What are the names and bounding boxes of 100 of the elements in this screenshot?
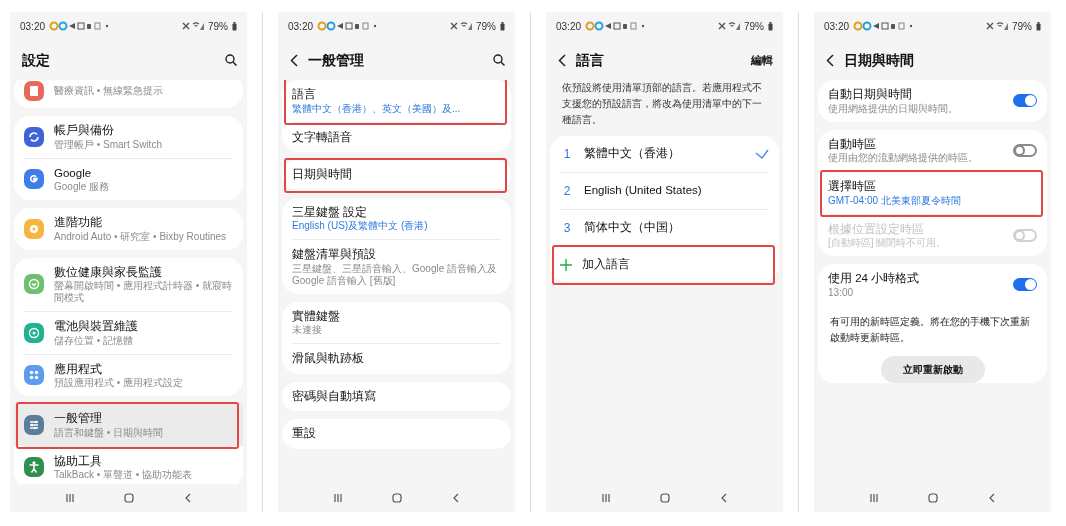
item-subtitle: GMT-04:00 北美東部夏令時間 xyxy=(828,194,962,207)
settings-item[interactable]: 滑鼠與軌跡板 xyxy=(282,344,511,374)
plus-icon xyxy=(560,258,572,271)
item-subtitle: 未連接 xyxy=(292,324,323,337)
battery-level: 79% xyxy=(1012,19,1032,34)
description-text: 依預設將使用清單頂部的語言。若應用程式不支援您的預設語言，將改為使用清單中的下一種語言。 xyxy=(561,81,763,127)
recent-apps-icon[interactable] xyxy=(64,493,75,503)
page-title: 語言 xyxy=(576,50,605,70)
item-subtitle: 醫療資訊 • 無線緊急提示 xyxy=(54,85,165,97)
item-subtitle: TalkBack • 單聲道 • 協助功能表 xyxy=(54,469,194,482)
add-language-item[interactable]: 加入語言 xyxy=(550,247,779,283)
status-time: 03:20 xyxy=(556,19,582,34)
restart-button[interactable]: 立即重新啟動 xyxy=(880,355,985,383)
language-number: 1 xyxy=(562,146,572,163)
item-title: 一般管理 xyxy=(54,411,103,427)
home-icon[interactable] xyxy=(392,493,403,503)
item-title: 密碼與自動填寫 xyxy=(292,388,377,404)
item-title: 日期與時間 xyxy=(292,167,353,183)
item-title: 應用程式 xyxy=(54,361,103,377)
item-subtitle: 使用由您的流動網絡提供的時區。 xyxy=(828,152,979,165)
home-icon[interactable] xyxy=(124,493,135,503)
settings-item[interactable]: 數位健康與家長監護 螢幕開啟時間 • 應用程式計時器 • 就寢時間模式 xyxy=(14,257,243,312)
language-name: 繁體中文（香港） xyxy=(584,146,681,162)
page-title: 設定 xyxy=(22,50,51,70)
item-title: 選擇時區 xyxy=(828,179,877,195)
back-icon[interactable] xyxy=(826,53,834,67)
settings-item[interactable]: 應用程式 預設應用程式 • 應用程式設定 xyxy=(14,354,243,397)
signal-icons-drawing xyxy=(450,21,472,31)
battery-icon xyxy=(232,21,237,31)
item-subtitle: 儲存位置 • 記憶體 xyxy=(54,334,135,347)
item-title: 自動時區 xyxy=(828,136,877,152)
back-nav-icon[interactable] xyxy=(988,493,997,503)
settings-item[interactable]: Google Google 服務 xyxy=(14,158,243,201)
language-item[interactable]: 1 繁體中文（香港） xyxy=(550,136,779,172)
settings-item[interactable]: 帳戶與備份 管理帳戶 • Smart Switch xyxy=(14,116,243,158)
item-title: 滑鼠與軌跡板 xyxy=(292,351,365,367)
settings-item[interactable]: 一般管理 語言和鍵盤 • 日期與時間 xyxy=(14,404,243,446)
status-time: 03:20 xyxy=(824,19,850,34)
item-subtitle: 螢幕開啟時間 • 應用程式計時器 • 就寢時間模式 xyxy=(54,280,233,305)
language-item[interactable]: 3 简体中文（中国） xyxy=(550,210,779,246)
item-title: 數位健康與家長監護 xyxy=(54,264,163,280)
settings-item[interactable]: 重設 xyxy=(282,419,511,449)
back-nav-icon[interactable] xyxy=(452,493,461,503)
home-icon[interactable] xyxy=(660,493,671,503)
toggle-switch[interactable] xyxy=(1013,143,1037,157)
settings-item[interactable]: 鍵盤清單與預設 三星鍵盤、三星語音輸入、Google 語音輸入及Google 語音輸入 [舊版] xyxy=(282,240,511,294)
settings-item[interactable]: 三星鍵盤 設定 English (US)及繁體中文 (香港) xyxy=(282,197,511,240)
item-title: 自動日期與時間 xyxy=(828,87,913,102)
item-title: 進階功能 xyxy=(54,215,103,231)
recent-apps-icon[interactable] xyxy=(600,493,611,503)
settings-item[interactable]: 選擇時區 GMT-04:00 北美東部夏令時間 xyxy=(818,172,1047,214)
back-icon[interactable] xyxy=(290,53,298,67)
back-icon[interactable] xyxy=(558,53,566,67)
battery-level: 79% xyxy=(476,19,496,34)
back-nav-icon[interactable] xyxy=(184,493,193,503)
item-title: 使用 24 小時格式 xyxy=(828,271,921,287)
signal-icons-drawing xyxy=(986,21,1008,31)
item-subtitle: 三星鍵盤、三星語音輸入、Google 語音輸入及Google 語音輸入 [舊版] xyxy=(292,262,499,287)
item-subtitle: 使用網絡提供的日期與時間。 xyxy=(828,102,959,115)
status-time: 03:20 xyxy=(20,19,46,34)
language-item[interactable]: 2 English (United States) xyxy=(550,173,779,209)
settings-item[interactable]: 實體鍵盤 未連接 xyxy=(282,301,511,344)
battery-level: 79% xyxy=(744,19,764,34)
home-icon[interactable] xyxy=(928,493,939,503)
item-title: 電池與裝置維護 xyxy=(54,319,139,335)
item-title: 三星鍵盤 設定 xyxy=(292,204,369,220)
page-title: 日期與時間 xyxy=(844,50,915,70)
item-subtitle: 管理帳戶 • Smart Switch xyxy=(54,138,163,151)
add-language-label: 加入語言 xyxy=(582,257,631,272)
battery-icon xyxy=(768,21,773,31)
item-subtitle: 語言和鍵盤 • 日期與時間 xyxy=(54,426,165,439)
settings-item[interactable]: 日期與時間 xyxy=(282,160,511,190)
item-subtitle: 預設應用程式 • 應用程式設定 xyxy=(54,377,185,390)
item-title: 鍵盤清單與預設 xyxy=(292,247,377,263)
language-number: 3 xyxy=(562,220,572,237)
back-nav-icon[interactable] xyxy=(720,493,729,503)
toggle-switch[interactable] xyxy=(1013,278,1037,292)
item-title: 文字轉語音 xyxy=(292,129,353,145)
recent-apps-icon[interactable] xyxy=(332,493,343,503)
item-title: Google xyxy=(54,165,93,181)
search-icon[interactable] xyxy=(225,54,237,66)
settings-item[interactable]: 進階功能 Android Auto • 研究室 • Bixby Routines xyxy=(14,208,243,250)
settings-item[interactable]: 醫療資訊 • 無線緊急提示 xyxy=(14,80,243,108)
settings-item[interactable]: 密碼與自動填寫 xyxy=(282,381,511,412)
info-text: 有可用的新時區定義。將在您的手機下次重新啟動時更新時區。 xyxy=(829,314,1031,345)
search-icon[interactable] xyxy=(493,54,505,66)
item-subtitle: English (US)及繁體中文 (香港) xyxy=(292,220,429,233)
language-number: 2 xyxy=(562,183,572,200)
item-subtitle: Google 服務 xyxy=(54,181,111,194)
recent-apps-icon[interactable] xyxy=(868,493,879,503)
item-subtitle: Android Auto • 研究室 • Bixby Routines xyxy=(54,230,228,243)
settings-item[interactable]: 協助工具 TalkBack • 單聲道 • 協助功能表 xyxy=(14,446,243,484)
settings-item[interactable]: 文字轉語音 xyxy=(282,122,511,153)
edit-link[interactable]: 編輯 xyxy=(751,51,773,69)
item-title: 語言 xyxy=(292,87,317,102)
toggle-switch[interactable] xyxy=(1013,94,1037,108)
language-name: 简体中文（中国） xyxy=(584,220,681,236)
item-subtitle: 13:00 xyxy=(828,286,855,299)
settings-item[interactable]: 電池與裝置維護 儲存位置 • 記憶體 xyxy=(14,312,243,354)
status-time: 03:20 xyxy=(288,19,314,34)
